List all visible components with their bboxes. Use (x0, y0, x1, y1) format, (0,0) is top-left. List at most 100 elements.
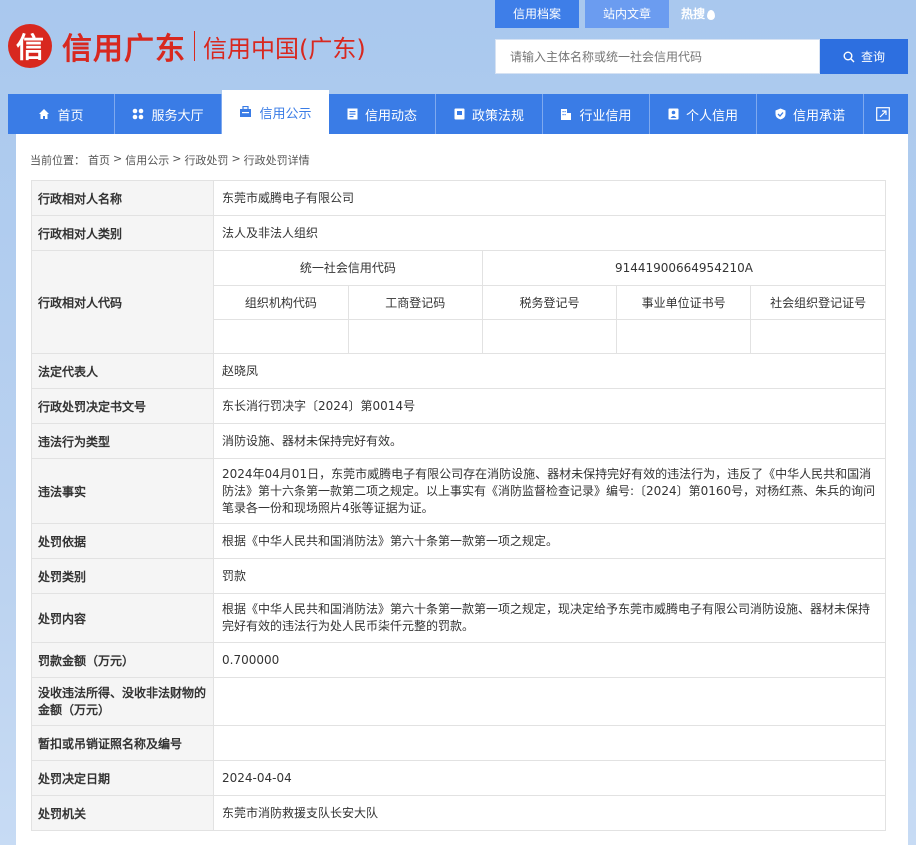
nav-personal-credit[interactable]: 个人信用 (650, 94, 757, 134)
news-icon (347, 108, 358, 120)
breadcrumb-current: 行政处罚详情 (243, 154, 310, 167)
search-button[interactable]: 查询 (820, 39, 908, 74)
table-row: 组织机构代码 工商登记码 税务登记号 事业单位证书号 社会组织登记证号 (214, 284, 885, 320)
breadcrumb-home[interactable]: 首页 (88, 152, 110, 168)
table-row: 处罚依据 根据《中华人民共和国消防法》第六十条第一款第一项之规定。 (31, 523, 886, 559)
table-row: 暂扣或吊销证照名称及编号 (31, 725, 886, 761)
sub-code-value (214, 318, 349, 353)
row-label: 法定代表人 (31, 353, 214, 389)
row-label: 处罚类别 (31, 558, 214, 594)
nav-label: 信用公示 (259, 106, 312, 122)
table-row: 违法行为类型 消防设施、器材未保持完好有效。 (31, 423, 886, 459)
logo-divider (194, 31, 195, 61)
row-value: 根据《中华人民共和国消防法》第六十条第一款第一项之规定。 (213, 523, 886, 559)
code-cell: 统一社会信用代码 91441900664954210A 组织机构代码 工商登记码… (213, 250, 886, 354)
table-row: 法定代表人 赵晓凤 (31, 353, 886, 389)
nav-label: 首页 (57, 108, 84, 124)
code-subtable: 统一社会信用代码 91441900664954210A 组织机构代码 工商登记码… (214, 251, 885, 353)
sub-code-value (616, 318, 752, 353)
table-row: 行政相对人类别 法人及非法人组织 (31, 215, 886, 251)
nav-credit-news[interactable]: 信用动态 (329, 94, 436, 134)
breadcrumb-credit-publicity[interactable]: 信用公示 (125, 152, 169, 168)
sub-code-label: 组织机构代码 (214, 284, 349, 320)
site-logo[interactable]: 信 信用广东 信用中国(广东) (8, 24, 366, 68)
row-value: 2024年04月01日，东莞市威腾电子有限公司存在消防设施、器材未保持完好有效的… (213, 458, 886, 524)
table-row: 处罚决定日期 2024-04-04 (31, 760, 886, 796)
row-label: 行政相对人代码 (31, 250, 214, 354)
shield-icon (775, 108, 786, 120)
row-label: 违法行为类型 (31, 423, 214, 459)
row-label: 处罚机关 (31, 795, 214, 831)
row-label: 行政相对人名称 (31, 180, 214, 216)
top-tabs: 信用档案 站内文章 热搜 (495, 0, 716, 28)
penalty-detail-table: 行政相对人名称 东莞市威腾电子有限公司 行政相对人类别 法人及非法人组织 行政相… (31, 180, 886, 831)
breadcrumb-prefix: 当前位置： (30, 154, 85, 167)
row-value: 罚款 (213, 558, 886, 594)
row-value: 东莞市威腾电子有限公司 (213, 180, 886, 216)
row-label: 行政处罚决定书文号 (31, 388, 214, 424)
tab-credit-archive[interactable]: 信用档案 (495, 0, 580, 28)
home-icon (39, 109, 50, 119)
nav-label: 行业信用 (579, 108, 632, 124)
row-label: 暂扣或吊销证照名称及编号 (31, 725, 214, 761)
row-value: 根据《中华人民共和国消防法》第六十条第一款第一项之规定，现决定给予东莞市威腾电子… (213, 593, 886, 643)
table-row: 行政相对人名称 东莞市威腾电子有限公司 (31, 180, 886, 216)
table-row: 没收违法所得、没收非法财物的金额（万元） (31, 677, 886, 726)
uscc-value: 91441900664954210A (481, 251, 885, 286)
nav-credit-publicity[interactable]: 信用公示 (222, 90, 329, 134)
breadcrumb-separator: > (231, 152, 241, 165)
row-value: 赵晓凤 (213, 353, 886, 389)
expand-icon (875, 107, 890, 121)
row-value: 消防设施、器材未保持完好有效。 (213, 423, 886, 459)
row-value: 0.700000 (213, 642, 886, 678)
row-value: 东莞市消防救援支队长安大队 (213, 795, 886, 831)
sub-code-label: 工商登记码 (347, 284, 483, 320)
table-row: 罚款金额（万元） 0.700000 (31, 642, 886, 678)
sub-code-label: 社会组织登记证号 (750, 284, 885, 320)
row-label: 处罚内容 (31, 593, 214, 643)
sub-code-value (750, 318, 885, 353)
breadcrumb-separator: > (113, 152, 123, 165)
sub-code-label: 事业单位证书号 (616, 284, 752, 320)
nav-industry-credit[interactable]: 行业信用 (543, 94, 650, 134)
table-row: 行政处罚决定书文号 东长消行罚决字〔2024〕第0014号 (31, 388, 886, 424)
row-label: 处罚依据 (31, 523, 214, 559)
logo-mark-icon: 信 (8, 24, 52, 68)
sub-code-value (481, 318, 618, 353)
site-header: 信 信用广东 信用中国(广东) 信用档案 站内文章 热搜 查询 (0, 0, 916, 94)
search-button-label: 查询 (860, 50, 885, 64)
table-row: 行政相对人代码 统一社会信用代码 91441900664954210A 组织机构… (31, 250, 886, 354)
sub-code-value (347, 318, 483, 353)
main-content: 当前位置： 首页 > 信用公示 > 行政处罚 > 行政处罚详情 行政相对人名称 … (16, 134, 908, 845)
book-icon (454, 108, 465, 120)
flame-icon (707, 9, 716, 20)
row-value (213, 677, 886, 726)
row-label: 罚款金额（万元） (31, 642, 214, 678)
person-icon (668, 108, 679, 120)
search-input[interactable] (495, 39, 820, 74)
tab-site-articles[interactable]: 站内文章 (585, 0, 670, 28)
breadcrumb: 当前位置： 首页 > 信用公示 > 行政处罚 > 行政处罚详情 (30, 152, 313, 168)
grid-icon (133, 108, 144, 120)
nav-home[interactable]: 首页 (8, 94, 115, 134)
nav-label: 个人信用 (685, 108, 738, 124)
uscc-label: 统一社会信用代码 (214, 251, 483, 286)
row-value: 东长消行罚决字〔2024〕第0014号 (213, 388, 886, 424)
row-label: 没收违法所得、没收非法财物的金额（万元） (31, 677, 214, 726)
search-icon (843, 51, 855, 62)
hot-search-label: 热搜 (681, 7, 706, 21)
nav-service-hall[interactable]: 服务大厅 (115, 94, 222, 134)
table-row: 统一社会信用代码 91441900664954210A (214, 251, 885, 286)
nav-extra-button[interactable] (864, 94, 908, 134)
logo-script-text: 信用广东 (62, 32, 186, 67)
nav-label: 政策法规 (471, 108, 524, 124)
table-row (214, 318, 885, 353)
hot-search-link[interactable]: 热搜 (675, 0, 716, 28)
row-label: 行政相对人类别 (31, 215, 214, 251)
breadcrumb-separator: > (172, 152, 182, 165)
nav-credit-commitment[interactable]: 信用承诺 (757, 94, 864, 134)
breadcrumb-penalty[interactable]: 行政处罚 (184, 152, 228, 168)
announce-icon (240, 106, 252, 117)
nav-policy[interactable]: 政策法规 (436, 94, 543, 134)
table-row: 违法事实 2024年04月01日，东莞市威腾电子有限公司存在消防设施、器材未保持… (31, 458, 886, 524)
